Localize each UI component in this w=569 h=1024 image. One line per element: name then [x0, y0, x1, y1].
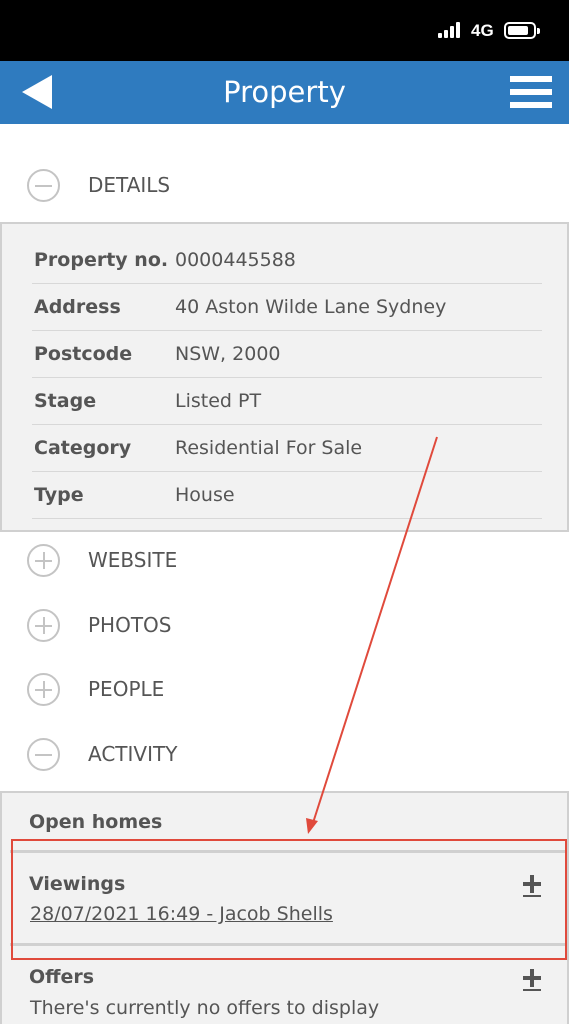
section-label-activity: ACTIVITY [88, 742, 178, 766]
plus-circle-icon [27, 609, 60, 642]
detail-row-address: Address 40 Aston Wilde Lane Sydney [32, 284, 542, 331]
detail-value: 0000445588 [175, 249, 296, 271]
section-activity-header[interactable]: ACTIVITY [0, 730, 569, 780]
plus-circle-icon [27, 544, 60, 577]
detail-key: Type [34, 484, 84, 506]
hamburger-menu-icon[interactable] [506, 74, 554, 110]
minus-circle-icon [27, 738, 60, 771]
detail-value: Listed PT [175, 390, 262, 412]
detail-key: Address [34, 296, 121, 318]
offers-empty-text: There's currently no offers to display [30, 997, 380, 1019]
offers-title: Offers [29, 966, 95, 988]
detail-row-property-no: Property no. 0000445588 [32, 237, 542, 284]
section-details-header[interactable]: DETAILS [0, 161, 569, 211]
detail-key: Stage [34, 390, 97, 412]
detail-value: House [175, 484, 235, 506]
detail-row-category: Category Residential For Sale [32, 425, 542, 472]
detail-row-stage: Stage Listed PT [32, 378, 542, 425]
add-offer-button[interactable] [523, 969, 541, 991]
details-panel: Property no. 0000445588 Address 40 Aston… [0, 222, 569, 532]
detail-value: Residential For Sale [175, 437, 363, 459]
detail-key: Postcode [34, 343, 133, 365]
annotation-highlight-box [11, 839, 567, 960]
signal-icon [438, 22, 462, 38]
detail-value: NSW, 2000 [175, 343, 281, 365]
section-label-people: PEOPLE [88, 677, 165, 701]
section-label-website: WEBSITE [88, 548, 178, 572]
detail-value: 40 Aston Wilde Lane Sydney [175, 296, 447, 318]
open-homes-title: Open homes [29, 811, 163, 833]
detail-row-type: Type House [32, 472, 542, 519]
section-people-header[interactable]: PEOPLE [0, 665, 569, 715]
section-label-details: DETAILS [88, 173, 171, 197]
nav-bar: Property [0, 61, 569, 124]
plus-circle-icon [27, 673, 60, 706]
section-label-photos: PHOTOS [88, 613, 172, 637]
detail-key: Property no. [34, 249, 169, 271]
detail-key: Category [34, 437, 132, 459]
network-type: 4G [471, 21, 494, 40]
battery-icon [504, 22, 540, 39]
section-photos-header[interactable]: PHOTOS [0, 601, 569, 651]
minus-circle-icon [27, 169, 60, 202]
detail-row-postcode: Postcode NSW, 2000 [32, 331, 542, 378]
page-title: Property [223, 75, 346, 109]
status-bar: 4G [0, 0, 569, 61]
section-website-header[interactable]: WEBSITE [0, 536, 569, 586]
